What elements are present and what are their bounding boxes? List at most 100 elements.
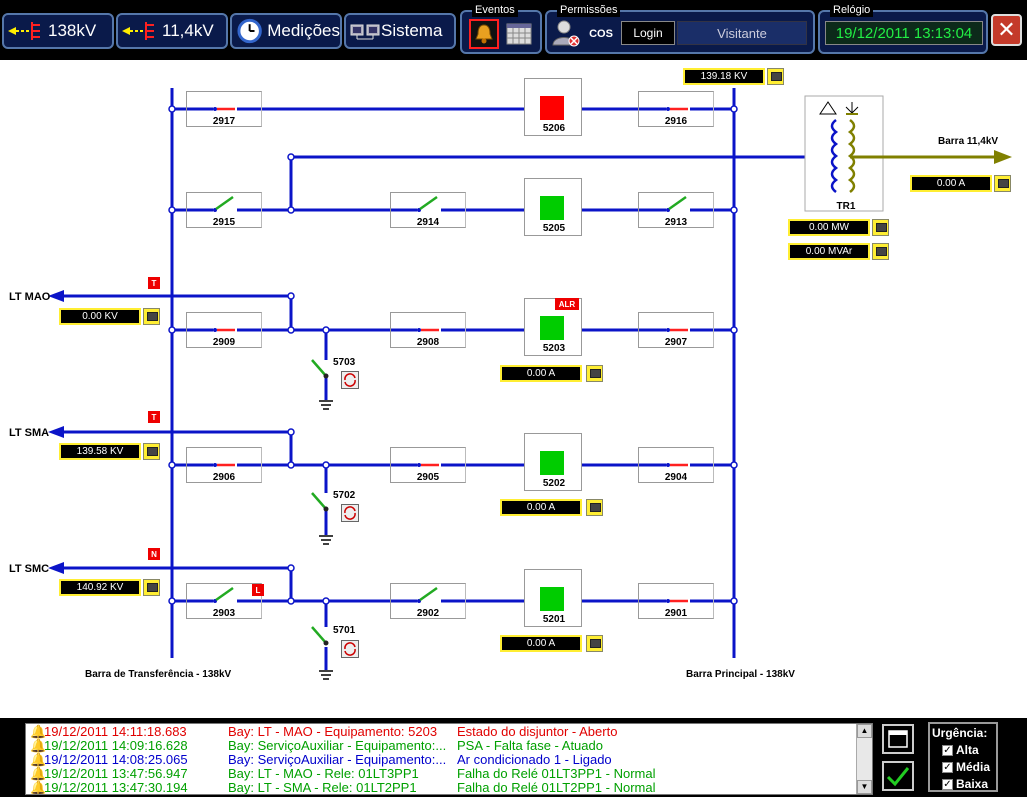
event-time: 19/12/2011 14:08:25.065 [44, 752, 188, 767]
busbar-icon [122, 22, 154, 40]
measurement-icon[interactable] [767, 68, 784, 85]
scroll-up-icon[interactable]: ▲ [857, 724, 872, 738]
switch-2915-label: 2915 [212, 217, 236, 228]
close-button[interactable]: ✕ [991, 14, 1022, 46]
transfer-bus-label: Barra de Transferência - 138kV [85, 669, 232, 680]
urgency-title: Urgência: [932, 726, 988, 740]
measurement-icon[interactable] [586, 635, 603, 652]
relogio-title: Relógio [830, 3, 874, 17]
nav-138kv-button[interactable]: 138kV [2, 13, 114, 49]
main-bus-label: Barra Principal - 138kV [686, 669, 795, 680]
single-line-diagram: 139.18 KV Barra 11,4kV 0.00 A TR1 0.00 M… [0, 60, 1027, 718]
breaker-5206[interactable]: 5206 [524, 78, 582, 136]
calendar-grid-icon [506, 23, 532, 45]
event-message: Falha do Relé 01LT3PP1 - Normal [457, 766, 656, 781]
breaker-state-closed [540, 587, 564, 611]
breaker-5202-current: 0.00 A [500, 499, 582, 516]
switch-2902-label: 2902 [416, 608, 440, 619]
alarm-bell-button[interactable] [469, 19, 499, 49]
alarm-badge: ALR [555, 298, 579, 310]
toolbar: 138kV 11,4kV Medições Sistema Eventos Pe… [0, 0, 1027, 60]
checkbox-checked-icon: ✓ [942, 744, 953, 756]
acknowledge-button[interactable] [882, 761, 914, 791]
bell-icon [475, 24, 493, 44]
window-icon [888, 730, 908, 748]
event-scrollbar[interactable]: ▲ ▼ [856, 724, 872, 794]
measurement-icon[interactable] [872, 219, 889, 236]
event-bay: Bay: ServiçoAuxiliar - Equipamento:... [228, 752, 447, 767]
checkmark-icon [886, 767, 910, 787]
event-message: PSA - Falta fase - Atuado [457, 738, 603, 753]
urgency-media-checkbox[interactable]: ✓ Média [942, 760, 990, 774]
urgency-alta-label: Alta [956, 743, 979, 757]
refresh-icon[interactable] [341, 640, 359, 658]
urgency-alta-checkbox[interactable]: ✓ Alta [942, 743, 979, 757]
measurement-icon[interactable] [872, 243, 889, 260]
breaker-5203-label: 5203 [542, 343, 566, 354]
breaker-5205[interactable]: 5205 [524, 178, 582, 236]
line-smc-voltage: 140.92 KV [59, 579, 141, 596]
permissoes-title: Permissões [557, 3, 621, 17]
refresh-icon[interactable] [341, 371, 359, 389]
event-message: Ar condicionado 1 - Ligado [457, 752, 612, 767]
bus-voltage-reading: 139.18 KV [683, 68, 765, 85]
measurement-icon[interactable] [143, 443, 160, 460]
switch-2908-label: 2908 [416, 337, 440, 348]
maximize-events-button[interactable] [882, 724, 914, 754]
switch-2909-label: 2909 [212, 337, 236, 348]
event-bay: Bay: LT - MAO - Equipamento: 5203 [228, 724, 438, 739]
breaker-state-open [540, 96, 564, 120]
line-mao-voltage: 0.00 KV [59, 308, 141, 325]
event-time: 19/12/2011 13:47:30.194 [44, 780, 188, 795]
ground-switch-5703-label: 5703 [333, 357, 356, 368]
close-icon: ✕ [997, 17, 1016, 42]
breaker-5201-label: 5201 [542, 614, 566, 625]
urgency-baixa-checkbox[interactable]: ✓ Baixa [942, 777, 988, 791]
switch-2914-label: 2914 [416, 217, 440, 228]
clock-icon [237, 18, 262, 44]
switch-2903-label: 2903 [212, 608, 236, 619]
switch-2917-label: 2917 [212, 116, 236, 127]
switch-2901-label: 2901 [664, 608, 688, 619]
refresh-icon[interactable] [341, 504, 359, 522]
checkbox-checked-icon: ✓ [942, 778, 953, 790]
checkbox-checked-icon: ✓ [942, 761, 953, 773]
nav-sistema-button[interactable]: Sistema [344, 13, 456, 49]
scroll-down-icon[interactable]: ▼ [857, 780, 872, 794]
breaker-5201[interactable]: 5201 [524, 569, 582, 627]
local-badge: L [252, 584, 264, 596]
measurement-icon[interactable] [143, 579, 160, 596]
nav-medicoes-button[interactable]: Medições [230, 13, 342, 49]
nav-11kv-button[interactable]: 11,4kV [116, 13, 228, 49]
nav-medicoes-label: Medições [267, 21, 340, 40]
event-bar: 🔔 19/12/2011 14:11:18.683 Bay: LT - MAO … [0, 718, 1027, 797]
measurement-icon[interactable] [586, 499, 603, 516]
breaker-state-closed [540, 196, 564, 220]
event-bay: Bay: ServiçoAuxiliar - Equipamento:... [228, 738, 447, 753]
clock-display: 19/12/2011 13:13:04 [825, 21, 983, 45]
event-list[interactable]: 🔔 19/12/2011 14:11:18.683 Bay: LT - MAO … [25, 723, 873, 795]
nav-sistema-label: Sistema [381, 21, 443, 40]
measurement-icon[interactable] [586, 365, 603, 382]
cos-label: COS [589, 28, 613, 40]
tr1-label: TR1 [836, 201, 856, 212]
tr1-current-reading: 0.00 A [910, 175, 992, 192]
event-message: Estado do disjuntor - Aberto [457, 724, 618, 739]
network-computers-icon [350, 24, 380, 40]
event-time: 19/12/2011 14:11:18.683 [44, 724, 187, 739]
event-list-button[interactable] [504, 19, 534, 49]
breaker-state-closed [540, 316, 564, 340]
line-sma-label: LT SMA [9, 427, 50, 439]
event-time: 19/12/2011 14:09:16.628 [44, 738, 188, 753]
measurement-icon[interactable] [994, 175, 1011, 192]
urgency-filter: Urgência: ✓ Alta ✓ Média ✓ Baixa [928, 722, 998, 792]
breaker-5202[interactable]: 5202 [524, 433, 582, 491]
login-button[interactable]: Login [621, 21, 675, 45]
tag-badge: T [148, 277, 160, 289]
tag-badge: T [148, 411, 160, 423]
event-time: 19/12/2011 13:47:56.947 [44, 766, 188, 781]
breaker-5201-current: 0.00 A [500, 635, 582, 652]
measurement-icon[interactable] [143, 308, 160, 325]
current-user-field: Visitante [677, 21, 807, 45]
ground-switch-5701-label: 5701 [333, 625, 356, 636]
